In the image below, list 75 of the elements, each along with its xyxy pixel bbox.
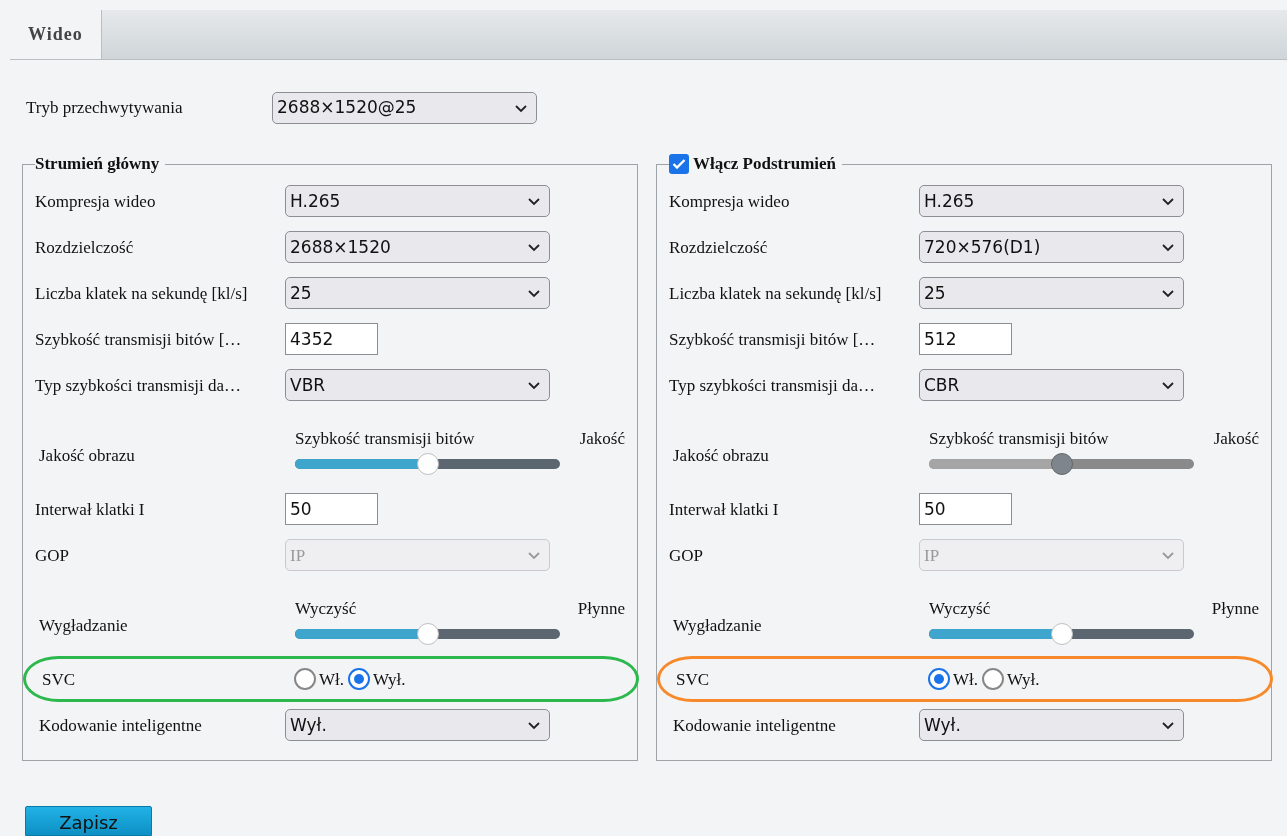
field-label: Rozdzielczość xyxy=(35,236,135,259)
field-label: Liczba klatek na sekundę [kl/s] xyxy=(669,282,883,305)
field-label: Kodowanie inteligentne xyxy=(672,714,837,737)
radio-button[interactable] xyxy=(982,668,1005,691)
field-label: GOP xyxy=(35,544,70,567)
field-label: Liczba klatek na sekundę [kl/s] xyxy=(35,282,249,305)
chevron-down-icon xyxy=(527,720,541,730)
input-field[interactable]: 512 xyxy=(919,323,1012,356)
field-label: Wygładzanie xyxy=(38,614,129,637)
field-label: Jakość obrazu xyxy=(672,444,770,467)
input-field[interactable]: 50 xyxy=(285,493,378,526)
field-label: Rozdzielczość xyxy=(669,236,769,259)
field-label: GOP xyxy=(669,544,704,567)
chevron-down-icon xyxy=(1161,288,1175,298)
dropdown[interactable]: VBR xyxy=(285,369,550,402)
input-field[interactable]: 4352 xyxy=(285,323,378,356)
dropdown[interactable]: CBR xyxy=(919,369,1184,402)
field-label: SVC xyxy=(41,668,77,691)
radio-button[interactable] xyxy=(928,668,950,691)
dropdown[interactable]: 2688×1520 xyxy=(285,231,550,264)
field-label: Typ szybkości transmisji da… xyxy=(669,374,877,397)
slider-max-label: Jakość xyxy=(579,427,625,450)
chevron-down-icon xyxy=(1161,720,1175,730)
radio-button[interactable] xyxy=(294,668,316,691)
slider-min-label: Wyczyść xyxy=(295,597,357,620)
radio-label: Wył. xyxy=(1007,668,1040,691)
save-button[interactable]: Zapisz xyxy=(25,806,152,836)
radio-label: Wł. xyxy=(319,668,345,691)
slider-max-label: Jakość xyxy=(1213,427,1259,450)
field-label: Jakość obrazu xyxy=(38,444,136,467)
fieldset-title: Strumień główny xyxy=(35,154,160,175)
field-label: SVC xyxy=(675,668,711,691)
field-label: Interwał klatki I xyxy=(35,498,146,521)
tab[interactable]: Wideo xyxy=(10,10,102,59)
slider-thumb[interactable] xyxy=(416,453,439,476)
chevron-down-icon xyxy=(1161,196,1175,206)
radio-label: Wył. xyxy=(373,668,406,691)
chevron-down-icon xyxy=(1161,242,1175,252)
chevron-down-icon xyxy=(1161,380,1175,390)
field-label: Interwał klatki I xyxy=(669,498,780,521)
slider-min-label: Wyczyść xyxy=(929,597,991,620)
field-label: Tryb przechwytywania xyxy=(26,97,184,120)
chevron-down-icon xyxy=(514,103,528,113)
slider-max-label: Płynne xyxy=(577,597,625,620)
slider-thumb[interactable] xyxy=(416,623,439,646)
slider-thumb[interactable] xyxy=(1050,623,1073,646)
chevron-down-icon xyxy=(1161,550,1175,560)
chevron-down-icon xyxy=(527,196,541,206)
field-label: Szybkość transmisji bitów [… xyxy=(669,328,877,351)
input-field[interactable]: 50 xyxy=(919,493,1012,526)
slider-min-label: Szybkość transmisji bitów xyxy=(929,427,1109,450)
checkbox[interactable] xyxy=(669,154,689,175)
chevron-down-icon xyxy=(527,288,541,298)
dropdown[interactable]: Wył. xyxy=(285,709,550,742)
radio-label: Wł. xyxy=(953,668,979,691)
field-label: Kompresja wideo xyxy=(669,190,791,213)
field-label: Kompresja wideo xyxy=(35,190,157,213)
field-label: Wygładzanie xyxy=(672,614,763,637)
radio-button[interactable] xyxy=(348,668,371,691)
fieldset-title: Włącz Podstrumień xyxy=(693,154,837,175)
field-label: Szybkość transmisji bitów [… xyxy=(35,328,243,351)
slider-max-label: Płynne xyxy=(1211,597,1259,620)
slider-min-label: Szybkość transmisji bitów xyxy=(295,427,475,450)
dropdown[interactable]: 25 xyxy=(285,277,550,310)
dropdown[interactable]: H.265 xyxy=(919,185,1184,218)
chevron-down-icon xyxy=(527,242,541,252)
chevron-down-icon xyxy=(527,380,541,390)
chevron-down-icon xyxy=(527,550,541,560)
dropdown[interactable]: H.265 xyxy=(285,185,550,218)
dropdown[interactable]: 720×576(D1) xyxy=(919,231,1184,264)
dropdown[interactable]: Wył. xyxy=(919,709,1184,742)
dropdown[interactable]: 2688×1520@25 xyxy=(272,92,537,124)
dropdown[interactable]: 25 xyxy=(919,277,1184,310)
field-label: Typ szybkości transmisji da… xyxy=(35,374,243,397)
field-label: Kodowanie inteligentne xyxy=(38,714,203,737)
